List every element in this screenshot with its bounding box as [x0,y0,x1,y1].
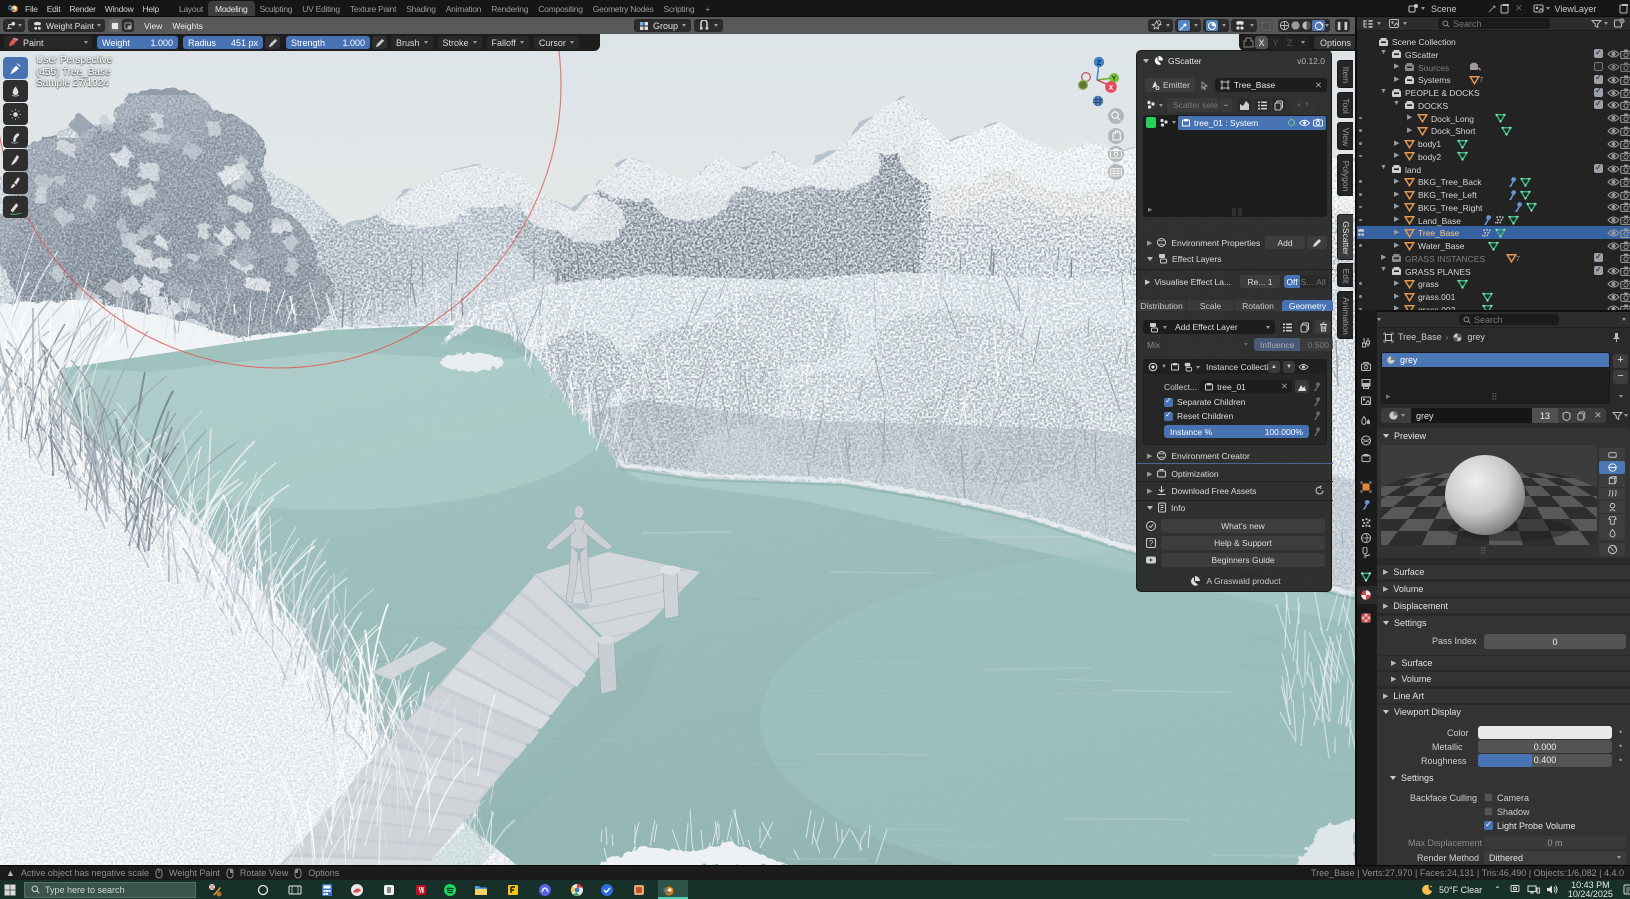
svg-text:X: X [1109,85,1114,92]
svg-text:?: ? [1149,539,1154,548]
svg-text:Z: Z [1097,60,1102,67]
